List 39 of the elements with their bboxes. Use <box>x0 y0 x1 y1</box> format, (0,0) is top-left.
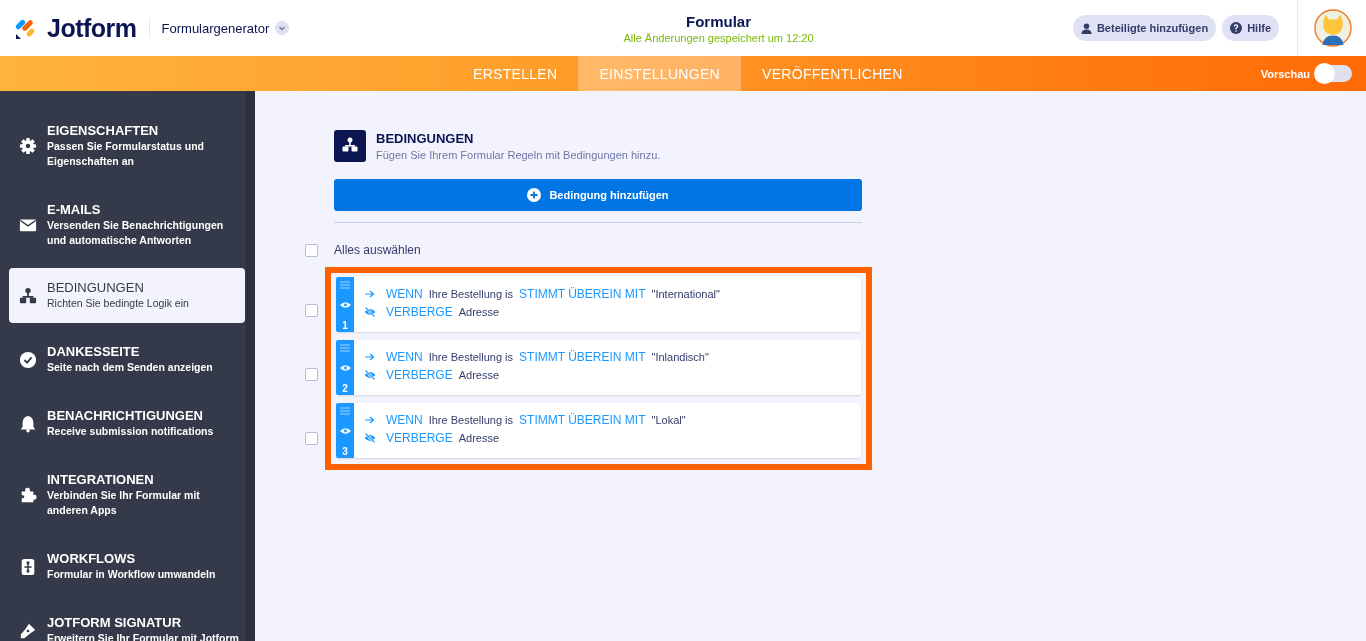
condition-value: "Lokal" <box>651 414 686 426</box>
condition-keyword: WENN <box>386 413 423 427</box>
save-status: Alle Änderungen gespeichert um 12:20 <box>622 31 815 44</box>
condition-operator: STIMMT ÜBEREIN MIT <box>519 413 646 427</box>
rule-card[interactable]: 1 WENN Ihre Bestellung is STIMMT ÜBEREIN MIT "International" VERBERGE Adresse <box>336 277 861 332</box>
form-title: Formular <box>685 12 752 30</box>
sidebar-item[interactable]: INTEGRATIONEN Verbinden Sie Ihr Formular mit anderen Apps <box>9 459 245 538</box>
action-target: Adresse <box>458 306 500 318</box>
sidebar-item[interactable]: BENACHRICHTIGUNGEN Receive submission notifications <box>9 395 245 459</box>
condition-value: "International" <box>651 288 720 300</box>
add-condition-button[interactable]: Bedingung hinzufügen <box>334 179 862 211</box>
condition-keyword: WENN <box>386 350 423 364</box>
condition-operator: STIMMT ÜBEREIN MIT <box>519 350 646 364</box>
action-keyword: VERBERGE <box>386 368 453 382</box>
action-keyword: VERBERGE <box>386 431 453 445</box>
condition-value: "Inlandisch" <box>651 351 709 363</box>
sidebar-item[interactable]: EIGENSCHAFTEN Passen Sie Formularstatus und Eigenschaften an <box>9 110 245 189</box>
condition-keyword: WENN <box>386 287 423 301</box>
sidebar-item[interactable]: DANKESSEITE Seite nach dem Senden anzeigen <box>9 331 245 395</box>
condition-operator: STIMMT ÜBEREIN MIT <box>519 287 646 301</box>
builder-menu[interactable]: Formulargenerator <box>161 20 270 36</box>
condition-field: Ihre Bestellung is <box>428 288 514 300</box>
section-title: BEDINGUNGEN <box>376 131 475 146</box>
sidebar-item[interactable]: BEDINGUNGEN Richten Sie bedingte Logik ein <box>9 268 245 323</box>
preview-label: Vorschau <box>1260 67 1310 80</box>
rule-card[interactable]: 3 WENN Ihre Bestellung is STIMMT ÜBEREIN MIT "Lokal" VERBERGE Adresse <box>336 403 861 458</box>
section-subtitle: Fügen Sie Ihrem Formular Regeln mit Bedingungen hinzu. <box>376 149 661 161</box>
action-keyword: VERBERGE <box>386 305 453 319</box>
rule-card[interactable]: 2 WENN Ihre Bestellung is STIMMT ÜBEREIN MIT "Inlandisch" VERBERGE Adresse <box>336 340 861 395</box>
action-target: Adresse <box>458 369 500 381</box>
condition-field: Ihre Bestellung is <box>428 351 514 363</box>
sidebar-item[interactable]: E-MAILS Versenden Sie Benachrichtigungen und automatische Antworten <box>9 189 245 268</box>
invite-button[interactable]: Beteiligte hinzufügen <box>1072 15 1217 41</box>
help-button[interactable]: Hilfe <box>1222 15 1279 41</box>
select-all-label: Alles auswählen <box>334 243 421 257</box>
action-target: Adresse <box>458 432 500 444</box>
sidebar-item[interactable]: WORKFLOWS Formular in Workflow umwandeln <box>9 538 245 602</box>
condition-field: Ihre Bestellung is <box>428 414 514 426</box>
brand-name: Jotform <box>47 13 137 43</box>
